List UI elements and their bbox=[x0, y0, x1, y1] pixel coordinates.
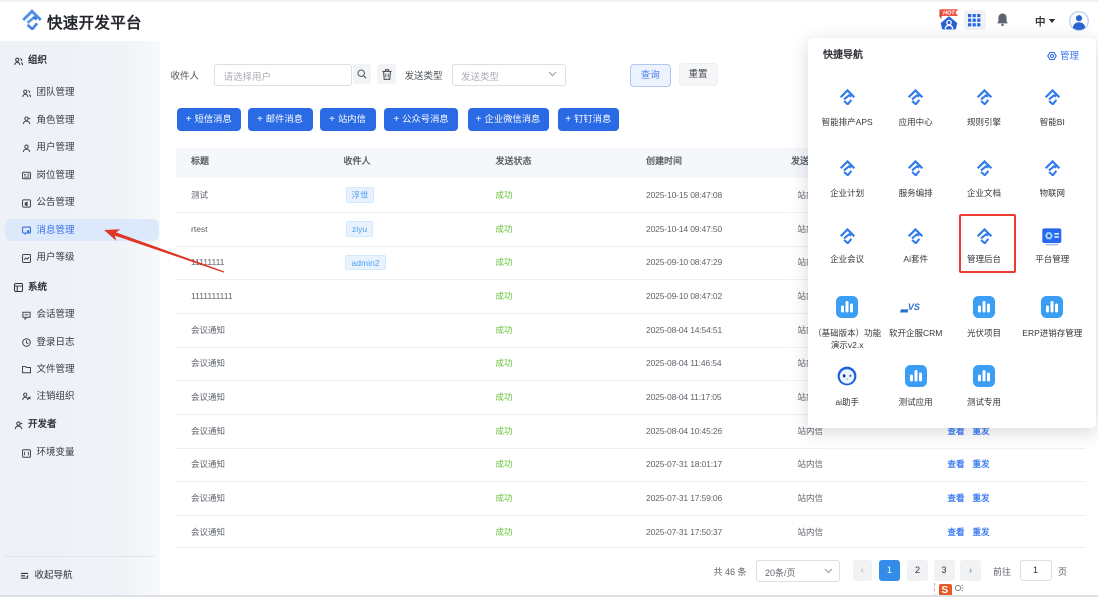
svg-text:HOT: HOT bbox=[943, 11, 955, 17]
